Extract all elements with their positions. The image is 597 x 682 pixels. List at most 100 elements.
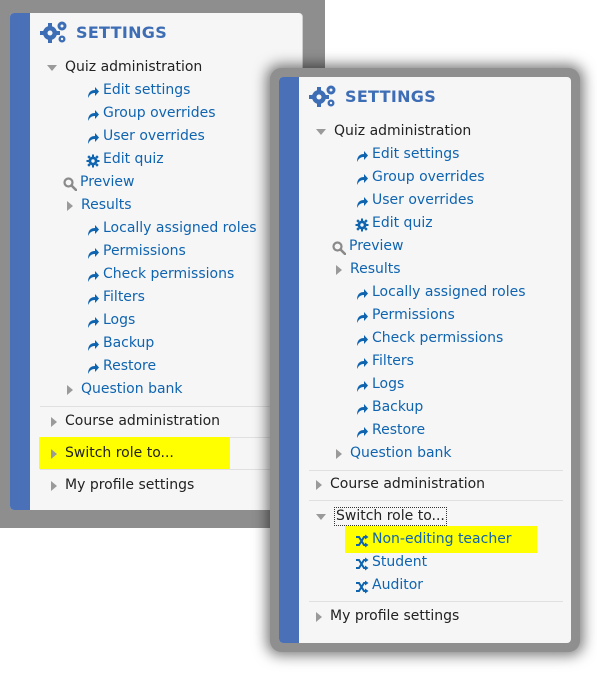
divider	[309, 500, 563, 501]
collapse-triangle-icon[interactable]	[316, 513, 326, 520]
user-overrideslink-label: User overrides	[372, 192, 474, 208]
redo-arrow-icon	[86, 337, 100, 351]
gears-icon	[40, 21, 67, 43]
redo-arrow-icon	[355, 309, 369, 323]
block-title-text: SETTINGS	[76, 22, 168, 42]
course-administration[interactable]: Course administration	[51, 410, 220, 433]
question-banklink-label: Question bank	[81, 381, 183, 397]
quiz-administration[interactable]: Quiz administration	[316, 120, 471, 143]
expand-triangle-icon[interactable]	[67, 200, 73, 211]
switch-role-student-label: Student	[372, 554, 428, 570]
course-administration-label: Course administration	[330, 476, 486, 492]
redo-arrow-icon	[86, 360, 100, 374]
check-permissionslink-label: Check permissions	[103, 266, 235, 282]
filterslink[interactable]: Filters	[86, 286, 145, 309]
expand-triangle-icon[interactable]	[336, 264, 342, 275]
user-overrideslink-label: User overrides	[103, 128, 205, 144]
switch-role-label: Switch role to...	[65, 445, 174, 461]
expand-triangle-icon[interactable]	[336, 448, 342, 459]
redo-arrow-icon	[86, 84, 100, 98]
group-overrideslink-label: Group overrides	[103, 105, 216, 121]
locally-assigned-roleslink[interactable]: Locally assigned roles	[355, 281, 526, 304]
logslink[interactable]: Logs	[86, 309, 135, 332]
shuffle-icon	[355, 533, 369, 547]
gear-icon	[86, 153, 100, 167]
redo-arrow-icon	[86, 314, 100, 328]
switch-role-student[interactable]: Student	[355, 551, 427, 574]
resultslink-label: Results	[81, 197, 132, 213]
group-overrideslink-label: Group overrides	[372, 169, 485, 185]
expand-triangle-icon[interactable]	[51, 448, 57, 459]
switch-role-non-editing-teacher[interactable]: Non-editing teacher	[355, 528, 512, 551]
redo-arrow-icon	[86, 107, 100, 121]
quiz-administration-label: Quiz administration	[65, 59, 203, 75]
expand-triangle-icon[interactable]	[51, 480, 57, 491]
redo-arrow-icon	[355, 286, 369, 300]
restorelink[interactable]: Restore	[355, 419, 425, 442]
gear-icon	[355, 217, 369, 231]
filterslink[interactable]: Filters	[355, 350, 414, 373]
redo-arrow-icon	[86, 222, 100, 236]
expand-triangle-icon[interactable]	[316, 611, 322, 622]
resultslink[interactable]: Results	[67, 194, 132, 217]
logslink-label: Logs	[103, 312, 136, 328]
collapse-triangle-icon[interactable]	[47, 64, 57, 71]
my-profile-settings[interactable]: My profile settings	[316, 605, 459, 628]
previewlink[interactable]: Preview	[63, 171, 135, 194]
redo-arrow-icon	[355, 378, 369, 392]
backuplink[interactable]: Backup	[86, 332, 154, 355]
previewlink[interactable]: Preview	[332, 235, 404, 258]
permissionslink[interactable]: Permissions	[86, 240, 186, 263]
redo-arrow-icon	[86, 245, 100, 259]
edit-quizlink[interactable]: Edit quiz	[86, 148, 164, 171]
divider	[309, 470, 563, 471]
edit-quizlink[interactable]: Edit quiz	[355, 212, 433, 235]
restorelink-label: Restore	[103, 358, 157, 374]
restorelink[interactable]: Restore	[86, 355, 156, 378]
redo-arrow-icon	[355, 171, 369, 185]
locally-assigned-roleslink-label: Locally assigned roles	[103, 220, 257, 236]
quiz-administration[interactable]: Quiz administration	[47, 56, 202, 79]
switch-role[interactable]: Switch role to...	[316, 505, 447, 528]
magnifier-icon	[63, 176, 78, 191]
permissionslink[interactable]: Permissions	[355, 304, 455, 327]
divider	[40, 469, 294, 470]
resultslink[interactable]: Results	[336, 258, 401, 281]
collapse-triangle-icon[interactable]	[316, 128, 326, 135]
expand-triangle-icon[interactable]	[316, 479, 322, 490]
group-overrideslink[interactable]: Group overrides	[355, 166, 485, 189]
magnifier-icon	[332, 240, 347, 255]
switch-role-auditor[interactable]: Auditor	[355, 574, 423, 597]
switch-role[interactable]: Switch role to...	[51, 442, 174, 465]
redo-arrow-icon	[86, 130, 100, 144]
logslink-label: Logs	[372, 376, 405, 392]
redo-arrow-icon	[355, 424, 369, 438]
user-overrideslink[interactable]: User overrides	[355, 189, 474, 212]
expand-triangle-icon[interactable]	[67, 384, 73, 395]
filterslink-label: Filters	[103, 289, 145, 305]
edit-settingslink[interactable]: Edit settings	[355, 143, 459, 166]
question-banklink[interactable]: Question bank	[67, 378, 183, 401]
locally-assigned-roleslink[interactable]: Locally assigned roles	[86, 217, 257, 240]
edit-settingslink-label: Edit settings	[372, 146, 460, 162]
switch-role-label: Switch role to...	[334, 507, 447, 526]
accent-bar	[279, 77, 299, 643]
logslink[interactable]: Logs	[355, 373, 404, 396]
expand-triangle-icon[interactable]	[51, 416, 57, 427]
my-profile-settings-label: My profile settings	[65, 477, 195, 493]
backuplink[interactable]: Backup	[355, 396, 423, 419]
group-overrideslink[interactable]: Group overrides	[86, 102, 216, 125]
settings-block-after: SETTINGS Quiz administration Edit setting…	[279, 77, 571, 643]
check-permissionslink[interactable]: Check permissions	[355, 327, 503, 350]
block-title: SETTINGS	[309, 81, 436, 111]
user-overrideslink[interactable]: User overrides	[86, 125, 205, 148]
course-administration[interactable]: Course administration	[316, 473, 485, 496]
settings-block-before: SETTINGS Quiz administration Edit setting…	[10, 13, 303, 510]
check-permissionslink[interactable]: Check permissions	[86, 263, 234, 286]
redo-arrow-icon	[86, 268, 100, 282]
my-profile-settings[interactable]: My profile settings	[51, 474, 194, 497]
edit-settingslink-label: Edit settings	[103, 82, 191, 98]
backuplink-label: Backup	[103, 335, 155, 351]
edit-settingslink[interactable]: Edit settings	[86, 79, 190, 102]
question-banklink[interactable]: Question bank	[336, 442, 452, 465]
